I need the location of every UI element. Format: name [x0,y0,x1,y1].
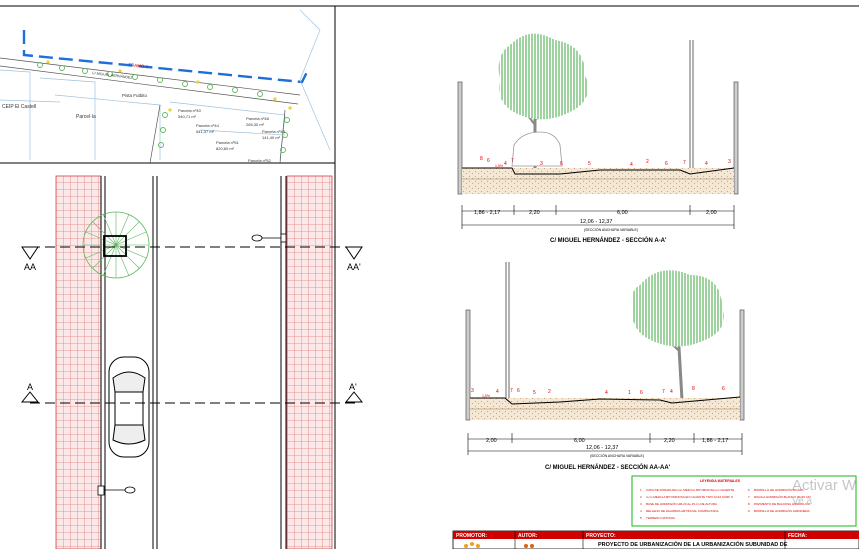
material-marker: 1 [628,390,631,396]
parcel-area: 540,71 m² [178,114,197,119]
dim-1: 2,00 [486,438,497,444]
ceip-label: CEIP El Castell [2,104,36,110]
material-marker: 2 [548,389,551,395]
parcel-main-label: Parcel·la [76,114,96,120]
proyecto-text: PROYECTO DE URBANIZACIÓN DE LA URBANIZAC… [598,540,788,548]
dim-3: 2,00 [706,210,717,216]
legend-text: BASE DE HORMIGÓN HM-20 de 15 cm DE ALTUR… [646,501,717,506]
parcel-area: 141,40 m² [262,135,281,140]
tree-symbol [82,211,150,279]
street-plan: AA AA' A A' [20,175,364,549]
material-marker: 4 [496,389,499,395]
dim-2: 6,00 [574,438,585,444]
material-marker: 4 [605,390,608,396]
promotor-label: PROMOTOR: [456,533,487,539]
material-marker: 8 [480,156,483,162]
parcel-name: Parcela nº40 [178,108,202,113]
material-marker: 7 [662,389,665,395]
legend-text: BORDILLO DE HORMIGÓN BICAPA [754,487,803,492]
material-marker: 7 [510,388,513,394]
tramo-label: TRAMO A [128,62,149,69]
section-mark-a: A [27,382,33,392]
legend-text: CAPA DE RODADURA con MEZCLA BITUMINOSA e… [646,488,734,492]
material-marker: 3 [471,388,474,394]
sports-label: Pista Futbito [122,93,148,98]
dim-note: (SECCIÓN ANCHURA VARIABLE) [584,227,638,232]
legend-text: PAVIMENTO DE BALDOSA HIDRÁULICA [754,502,810,506]
lamp-post [505,262,510,398]
parcel-area: 820,60 m² [216,146,235,151]
section-mark-aa: AA [24,262,36,272]
material-marker: 1,5% [495,164,503,168]
dim-2: 6,00 [617,210,628,216]
parcel-name: Parcela nº44 [196,123,220,128]
site-plan: TRAMO A C/ MIGUEL HERNÁNDEZ CEIP El Cast… [0,9,331,164]
section-aa-aa: 3 4 1,5% 7 6 5 2 4 1 6 7 4 8 6 2,00 6,00 [465,262,745,471]
material-marker: 6 [487,158,490,164]
street-lamp-icon [97,485,136,496]
tree-elevation [631,270,724,401]
legend-text: BORDILLO DE HORMIGÓN JARDINERA [754,508,810,513]
lamp-post [689,40,694,168]
section-2-title: C/ MIGUEL HERNÁNDEZ - SECCIÓN AA-AA' [545,463,671,471]
material-marker: 5 [533,390,536,396]
parcel-area: 541,37 m² [196,129,215,134]
parcel-name: Parcela nº49 [262,129,286,134]
dim-3: 2,20 [664,438,675,444]
material-marker: 4 [705,161,708,167]
parcel-name: Parcela nº48 [246,116,270,121]
car-elevation [511,131,563,167]
sheet-frame [0,5,859,549]
legend-title: LEYENDA MATERIALES [700,479,741,483]
section-mark-a-prime: A' [349,382,357,392]
material-marker: 3 [728,159,731,165]
section-mark-aa-prime: AA' [347,262,361,272]
material-marker: 3 [540,161,543,167]
dim-total: 12,06 - 12,37 [580,219,612,225]
material-marker: 4 [630,162,633,168]
section-1-title: C/ MIGUEL HERNÁNDEZ - SECCIÓN A-A' [550,236,667,244]
legend-text: TERRENO NATURAL [646,516,676,520]
parcel-area: 265,30 m² [246,122,265,127]
sidewalk-right [286,175,333,549]
legend-box: LEYENDA MATERIALES 1 CAPA DE RODADURA co… [631,475,857,527]
dim-left: 1,86 - 2,17 [474,210,500,216]
proyecto-label: PROYECTO: [586,533,616,539]
material-marker: 6 [722,386,725,392]
street-lamp-icon [251,233,287,243]
car-symbol [108,356,150,458]
sidewalk-left [55,175,102,549]
autor-label: AUTOR: [518,533,538,539]
material-marker: 6 [640,390,643,396]
material-marker: 2 [646,159,649,165]
material-marker: 5 [588,161,591,167]
title-block: PROMOTOR: AUTOR: PROYECTO: FECHA: PROYEC… [452,530,859,549]
material-marker: 7 [511,158,514,164]
dim-note: (SECCIÓN ANCHURA VARIABLE) [590,453,644,458]
parcel-name: Parcela nº51 [216,140,240,145]
material-marker: 1,5% [482,394,490,398]
fecha-label: FECHA: [788,533,807,539]
material-marker: 6 [517,388,520,394]
material-marker: 6 [665,161,668,167]
material-marker: 7 [683,160,686,166]
material-marker: 4 [504,161,507,167]
parcel-labels: Parcela nº40 540,71 m² Parcela nº44 541,… [178,108,286,163]
legend-text: RIGOLA HORMIGÓN BLANCO 30x30 CM [754,494,811,499]
section-a-a: 8 6 1,5% 4 7 3 6 5 4 2 6 7 4 3 1,86 - 2,… [457,33,739,244]
material-marker: 4 [670,389,673,395]
dim-total: 12,06 - 12,37 [586,445,618,451]
dim-1: 2,20 [529,210,540,216]
legend-text: 4 cm MEZCLA BITUMINOSA EN CALIENTE TIPO … [646,495,733,499]
dim-right: 1,86 - 2,17 [702,438,728,444]
material-marker: 6 [560,161,563,167]
legend-text: RELLENO DE ZAHORRA ARTIFICIAL COMPACTADA [646,509,719,513]
parcel-name: Parcela nº52 [248,158,272,163]
material-marker: 8 [692,386,695,392]
